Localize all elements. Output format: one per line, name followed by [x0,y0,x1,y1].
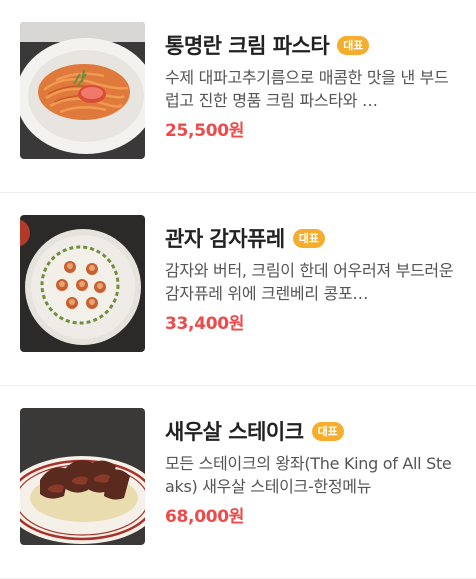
menu-item[interactable]: 관자 감자퓨레 대표 감자와 버터, 크림이 한데 어우러져 부드러운 감자퓨레… [0,193,476,386]
menu-item-price: 68,000원 [165,507,245,527]
menu-item-name[interactable]: 관자 감자퓨레 [165,223,285,253]
menu-item-info: 새우살 스테이크 대표 모든 스테이크의 왕좌(The King of All … [165,416,465,527]
menu-item-title-row: 새우살 스테이크 대표 [165,416,465,446]
menu-item-photo[interactable] [20,215,145,352]
menu-item-price: 25,500원 [165,121,245,141]
signature-badge: 대표 [292,228,325,248]
steak-photo-icon [20,408,145,545]
menu-item-photo[interactable] [20,408,145,545]
menu-item[interactable]: 새우살 스테이크 대표 모든 스테이크의 왕좌(The King of All … [0,386,476,579]
menu-item[interactable]: 통명란 크림 파스타 대표 수제 대파고추기름으로 매콤한 맛을 낸 부드럽고 … [0,0,476,193]
scallop-puree-photo-icon [20,215,145,352]
menu-item-description: 모든 스테이크의 왕좌(The King of All Steaks) 새우살 … [165,454,452,496]
signature-badge: 대표 [311,421,344,441]
menu-item-description: 감자와 버터, 크림이 한데 어우러져 부드러운 감자퓨레 위에 크렌베리 콩포… [165,261,454,303]
menu-item-price: 33,400원 [165,314,245,334]
menu-item-info: 관자 감자퓨레 대표 감자와 버터, 크림이 한데 어우러져 부드러운 감자퓨레… [165,223,465,334]
menu-item-photo[interactable] [20,22,145,159]
menu-item-title-row: 통명란 크림 파스타 대표 [165,30,465,60]
menu-item-name[interactable]: 새우살 스테이크 [165,416,304,446]
menu-item-name[interactable]: 통명란 크림 파스타 [165,30,330,60]
menu-item-title-row: 관자 감자퓨레 대표 [165,223,465,253]
menu-item-description: 수제 대파고추기름으로 매콤한 맛을 낸 부드럽고 진한 명품 크림 파스타와 … [165,68,449,110]
cream-pasta-photo-icon [20,22,145,159]
signature-badge: 대표 [337,35,370,55]
menu-item-info: 통명란 크림 파스타 대표 수제 대파고추기름으로 매콤한 맛을 낸 부드럽고 … [165,30,465,141]
menu-list: 통명란 크림 파스타 대표 수제 대파고추기름으로 매콤한 맛을 낸 부드럽고 … [0,0,476,579]
